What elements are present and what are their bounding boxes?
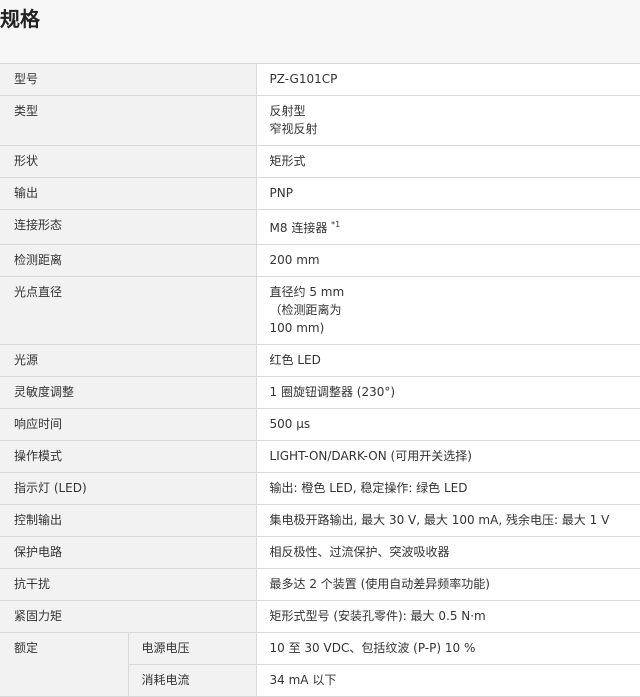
spec-sublabel: 消耗电流	[128, 664, 257, 697]
spec-label: 输出	[0, 177, 257, 210]
spec-row: 灵敏度调整 1 圈旋钮调整器 (230°)	[0, 376, 640, 409]
spec-value-text: 最多达 2 个装置 (使用自动差异频率功能)	[269, 577, 490, 591]
spec-value-text: 200 mm	[269, 253, 320, 267]
spec-row: 保护电路 相反极性、过流保护、突波吸收器	[0, 536, 640, 569]
footnote-marker: *1	[331, 220, 341, 229]
spec-value: 500 µs	[256, 408, 640, 441]
spec-value-text: PZ-G101CP	[269, 72, 338, 86]
spec-row: 型号 PZ-G101CP	[0, 63, 640, 96]
spec-row: 控制输出 集电极开路输出, 最大 30 V, 最大 100 mA, 残余电压: 最…	[0, 504, 640, 537]
spec-value-line: 最多达 2 个装置 (使用自动差异频率功能)	[270, 575, 640, 593]
spec-value: 10 至 30 VDC、包括纹波 (P-P) 10 %	[256, 632, 640, 665]
spec-value: M8 连接器 *1	[256, 209, 640, 245]
spec-value-line: 100 mm)	[270, 319, 640, 337]
spec-value-line: 矩形式	[270, 152, 640, 170]
spec-value-line: M8 连接器 *1	[270, 216, 640, 237]
spec-label: 操作模式	[0, 440, 257, 473]
spec-label: 灵敏度调整	[0, 376, 257, 409]
spec-label-rating: 额定	[0, 632, 129, 697]
spec-row: 检测距离 200 mm	[0, 244, 640, 277]
spec-row: 类型 反射型窄视反射	[0, 95, 640, 146]
spec-value: PNP	[256, 177, 640, 210]
spec-value-line: 直径约 5 mm	[270, 283, 640, 301]
spec-label: 光点直径	[0, 276, 257, 345]
spec-value-line: 反射型	[270, 102, 640, 120]
spec-row-rating: 额定 电源电压 10 至 30 VDC、包括纹波 (P-P) 10 %	[0, 632, 640, 697]
spec-value-line: 窄视反射	[270, 120, 640, 138]
spec-value: 矩形式	[256, 145, 640, 178]
spec-value-line: （检测距离为	[270, 301, 640, 319]
spec-value-line: 输出: 橙色 LED, 稳定操作: 绿色 LED	[270, 479, 640, 497]
spec-value-text: 输出: 橙色 LED, 稳定操作: 绿色 LED	[269, 481, 468, 495]
page-title: 规格	[0, 7, 40, 31]
spec-row: 输出 PNP	[0, 177, 640, 210]
spec-table-body: 型号 PZ-G101CP 类型 反射型 窄视反射 形状 矩形式 输出 PNP 连接形态 M8 连接器…	[0, 63, 640, 697]
spec-value-line: PZ-G101CP	[270, 70, 640, 88]
spec-value-line: PNP	[270, 184, 640, 202]
spec-row: 指示灯 (LED) 输出: 橙色 LED, 稳定操作: 绿色 LED	[0, 472, 640, 505]
spec-value-text: LIGHT-ON/DARK-ON (可用开关选择)	[269, 449, 472, 463]
spec-value-text: 窄视反射	[269, 122, 318, 136]
spec-value-text: 相反极性、过流保护、突波吸收器	[269, 545, 450, 559]
spec-value: 反射型 窄视反射	[256, 95, 640, 146]
spec-value: 红色 LED	[256, 344, 640, 377]
spec-row: 响应时间 500 µs	[0, 408, 640, 441]
spec-label: 连接形态	[0, 209, 257, 245]
spec-value-text: M8 连接器	[269, 221, 332, 235]
spec-label: 类型	[0, 95, 257, 146]
spec-value-text: PNP	[269, 186, 293, 200]
spec-value-line: 红色 LED	[270, 351, 640, 369]
spec-value: 直径约 5 mm （检测距离为 100 mm)	[256, 276, 640, 345]
spec-value-text: 红色 LED	[269, 353, 321, 367]
spec-table: 型号 PZ-G101CP 类型 反射型 窄视反射 形状 矩形式 输出 PNP 连接形态 M8 连接器…	[0, 63, 640, 697]
spec-value-line: 500 µs	[270, 415, 640, 433]
spec-value-text: 直径约 5 mm	[269, 285, 345, 299]
spec-row: 光点直径 直径约 5 mm （检测距离为 100 mm)	[0, 276, 640, 345]
spec-row: 光源 红色 LED	[0, 344, 640, 377]
spec-value-text: 反射型	[269, 104, 306, 118]
spec-value-text: 集电极开路输出, 最大 30 V, 最大 100 mA, 残余电压: 最大 1 …	[269, 513, 610, 527]
spec-row: 抗干扰 最多达 2 个装置 (使用自动差异频率功能)	[0, 568, 640, 601]
spec-row: 形状 矩形式	[0, 145, 640, 178]
spec-label: 紧固力矩	[0, 600, 257, 633]
spec-value: 输出: 橙色 LED, 稳定操作: 绿色 LED	[256, 472, 640, 505]
spec-row: 操作模式 LIGHT-ON/DARK-ON (可用开关选择)	[0, 440, 640, 473]
spec-value: PZ-G101CP	[256, 63, 640, 96]
spec-value: 集电极开路输出, 最大 30 V, 最大 100 mA, 残余电压: 最大 1 …	[256, 504, 640, 537]
spec-value: LIGHT-ON/DARK-ON (可用开关选择)	[256, 440, 640, 473]
spec-label: 响应时间	[0, 408, 257, 441]
spec-value-text: 100 mm)	[269, 321, 325, 335]
spec-row: 紧固力矩 矩形式型号 (安装孔零件): 最大 0.5 N·m	[0, 600, 640, 633]
spec-value-line: 集电极开路输出, 最大 30 V, 最大 100 mA, 残余电压: 最大 1 …	[270, 511, 640, 529]
spec-value: 34 mA 以下	[256, 664, 640, 697]
spec-value-text: 矩形式	[269, 154, 306, 168]
spec-value-line: 1 圈旋钮调整器 (230°)	[270, 383, 640, 401]
spec-label: 检测距离	[0, 244, 257, 277]
spec-value: 相反极性、过流保护、突波吸收器	[256, 536, 640, 569]
spec-sublabel: 电源电压	[128, 632, 257, 665]
spec-value-line: 200 mm	[270, 251, 640, 269]
spec-label: 抗干扰	[0, 568, 257, 601]
spec-label: 保护电路	[0, 536, 257, 569]
spec-value: 最多达 2 个装置 (使用自动差异频率功能)	[256, 568, 640, 601]
spec-label: 光源	[0, 344, 257, 377]
spec-value: 矩形式型号 (安装孔零件): 最大 0.5 N·m	[256, 600, 640, 633]
spec-value: 1 圈旋钮调整器 (230°)	[256, 376, 640, 409]
spec-label: 指示灯 (LED)	[0, 472, 257, 505]
spec-value: 200 mm	[256, 244, 640, 277]
spec-label: 控制输出	[0, 504, 257, 537]
spec-row: 连接形态 M8 连接器 *1	[0, 209, 640, 245]
spec-value-text: 1 圈旋钮调整器 (230°)	[269, 385, 396, 399]
spec-value-line: LIGHT-ON/DARK-ON (可用开关选择)	[270, 447, 640, 465]
spec-value-text: （检测距离为	[269, 303, 342, 317]
spec-value-line: 矩形式型号 (安装孔零件): 最大 0.5 N·m	[270, 607, 640, 625]
spec-value-text: 矩形式型号 (安装孔零件): 最大 0.5 N·m	[269, 609, 486, 623]
spec-value-text: 500 µs	[269, 417, 311, 431]
spec-value-line: 相反极性、过流保护、突波吸收器	[270, 543, 640, 561]
spec-label: 型号	[0, 63, 257, 96]
spec-label: 形状	[0, 145, 257, 178]
